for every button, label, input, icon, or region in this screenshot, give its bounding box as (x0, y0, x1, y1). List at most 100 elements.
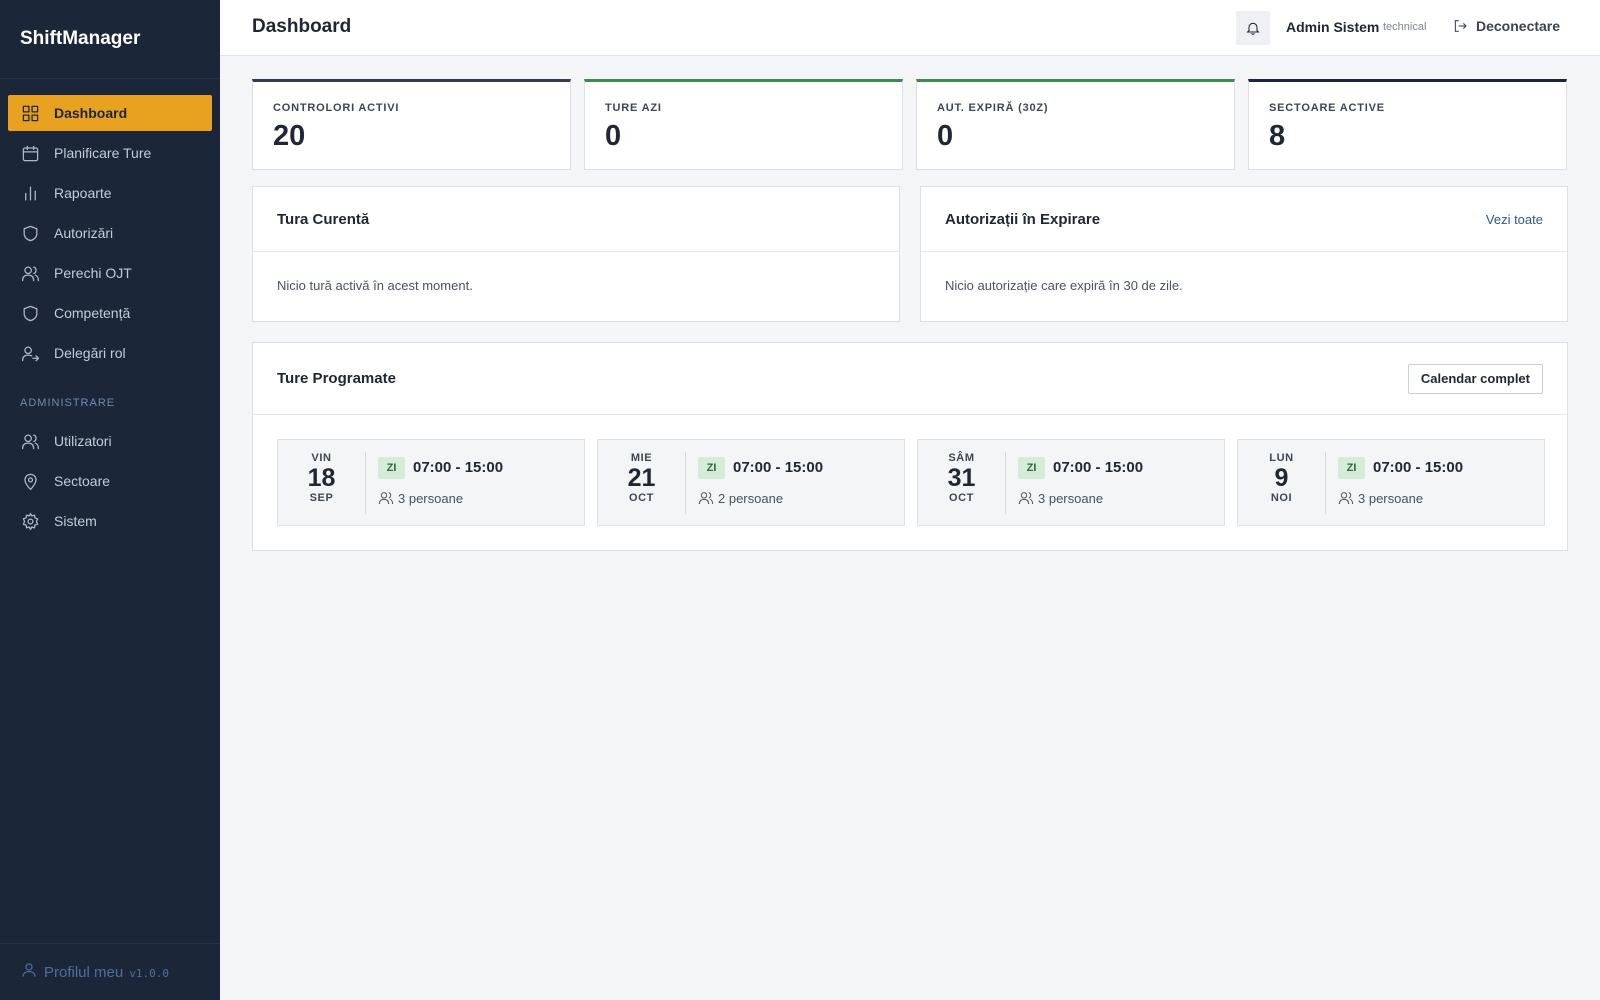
sidebar-item-rapoarte[interactable]: Rapoarte (8, 175, 212, 211)
panel-title: Tura Curentă (277, 210, 370, 228)
app-logo[interactable]: ShiftManager (0, 0, 220, 79)
sidebar-item-label: Autorizări (54, 225, 114, 241)
sidebar-item-competenta[interactable]: Competență (8, 295, 212, 331)
logout-icon (1454, 20, 1467, 32)
stat-label: AUT. EXPIRĂ (30Z) (937, 102, 1049, 114)
user-role: technical (1383, 21, 1427, 33)
stat-card-shifts-today: TURE AZI 0 (584, 79, 903, 170)
users-icon (20, 431, 40, 451)
shift-type-badge: ZI (1018, 457, 1045, 479)
sidebar-item-label: Sistem (54, 513, 97, 529)
gear-icon (20, 511, 40, 531)
shift-people: 3 persoane (378, 490, 463, 506)
shift-type-badge: ZI (1338, 457, 1365, 479)
calendar-icon (20, 143, 40, 163)
view-all-link[interactable]: Vezi toate (1486, 212, 1543, 227)
stat-value: 0 (937, 120, 954, 152)
page-title: Dashboard (252, 16, 352, 37)
logout-label: Deconectare (1476, 18, 1561, 34)
bar-chart-icon (20, 183, 40, 203)
shift-month: OCT (628, 492, 655, 504)
stat-value: 0 (605, 120, 622, 152)
empty-state-text: Nicio autorizație care expiră în 30 de z… (945, 278, 1183, 293)
sidebar-nav: Dashboard Planificare Ture Rapoarte Auto… (0, 79, 220, 539)
user-name: Admin Sistem (1286, 19, 1380, 35)
shield-icon (20, 223, 40, 243)
shift-date: LUN 9 NOI (1238, 452, 1326, 514)
empty-state-text: Nicio tură activă în acest moment. (277, 278, 473, 293)
panel-title: Ture Programate (277, 370, 396, 387)
sidebar-item-label: Sectoare (54, 473, 111, 489)
expiring-authorizations-panel: Autorizații în Expirare Vezi toate Nicio… (920, 186, 1568, 322)
sidebar-item-perechi-ojt[interactable]: Perechi OJT (8, 255, 212, 291)
sidebar-item-sectoare[interactable]: Sectoare (8, 463, 212, 499)
sidebar-item-label: Utilizatori (54, 433, 112, 449)
stat-card-expiring: AUT. EXPIRĂ (30Z) 0 (916, 79, 1235, 170)
shift-type-badge: ZI (698, 457, 725, 479)
shift-day: 9 (1274, 464, 1289, 492)
grid-icon (20, 103, 40, 123)
shift-day-of-week: VIN (311, 452, 332, 464)
current-shift-panel: Tura Curentă Nicio tură activă în acest … (252, 186, 900, 322)
sidebar-item-label: Perechi OJT (54, 265, 132, 281)
panel-header: Autorizații în Expirare Vezi toate (921, 187, 1567, 252)
shift-card[interactable]: VIN 18 SEP ZI 07:00 - 15:00 3 persoane (277, 439, 585, 526)
stat-value: 8 (1269, 120, 1286, 152)
shift-people-count: 3 persoane (398, 490, 464, 506)
scheduled-shifts-panel: Ture Programate Calendar complet VIN 18 … (252, 342, 1568, 551)
stat-card-controllers: CONTROLORI ACTIVI 20 (252, 79, 571, 170)
panel-header: Ture Programate Calendar complet (253, 343, 1567, 415)
stat-label: TURE AZI (605, 102, 662, 114)
sidebar-item-label: Competență (54, 305, 131, 321)
shift-card[interactable]: MIE 21 OCT ZI 07:00 - 15:00 2 persoane (597, 439, 905, 526)
sidebar-item-dashboard[interactable]: Dashboard (8, 95, 212, 131)
sidebar-item-autorizari[interactable]: Autorizări (8, 215, 212, 251)
users-icon (378, 492, 394, 505)
sidebar-item-label: Rapoarte (54, 185, 112, 201)
user-arrow-icon (20, 343, 40, 363)
shift-date: VIN 18 SEP (278, 452, 366, 514)
shift-time: 07:00 - 15:00 (1053, 459, 1144, 476)
shift-card[interactable]: LUN 9 NOI ZI 07:00 - 15:00 3 persoane (1237, 439, 1545, 526)
shift-month: SEP (309, 492, 334, 504)
sidebar-item-planificare-ture[interactable]: Planificare Ture (8, 135, 212, 171)
sidebar-item-label: Dashboard (54, 105, 128, 121)
sidebar-section-label: ADMINISTRARE (20, 397, 116, 409)
shift-month: OCT (948, 492, 975, 504)
shift-card[interactable]: SÂM 31 OCT ZI 07:00 - 15:00 3 persoane (917, 439, 1225, 526)
stat-card-sectors: SECTOARE ACTIVE 8 (1248, 79, 1567, 170)
shift-day: 18 (307, 464, 336, 492)
stat-value: 20 (273, 120, 306, 152)
shift-people-count: 3 persoane (1358, 490, 1424, 506)
sidebar-footer: Profilul meu v1.0.0 (0, 943, 220, 1000)
shift-type-badge: ZI (378, 457, 405, 479)
shift-date: MIE 21 OCT (598, 452, 686, 514)
sidebar-item-utilizatori[interactable]: Utilizatori (8, 423, 212, 459)
top-header: Dashboard Admin Sistem technical Deconec… (220, 0, 1600, 56)
shift-day: 31 (947, 464, 976, 492)
stat-label: CONTROLORI ACTIVI (273, 102, 400, 114)
full-calendar-button[interactable]: Calendar complet (1407, 363, 1543, 394)
shift-date: SÂM 31 OCT (918, 452, 1006, 514)
sidebar-item-label: Delegări rol (54, 345, 126, 361)
map-pin-icon (20, 471, 40, 491)
shift-time: 07:00 - 15:00 (413, 459, 504, 476)
notifications-button[interactable] (1236, 11, 1270, 45)
profile-link[interactable]: Profilul meu (44, 964, 123, 981)
panel-header: Tura Curentă (253, 187, 899, 252)
users-icon (1338, 492, 1354, 505)
shift-people: 3 persoane (1338, 490, 1423, 506)
shift-day-of-week: LUN (1269, 452, 1294, 464)
sidebar-item-delegari-rol[interactable]: Delegări rol (8, 335, 212, 371)
users-icon (1018, 492, 1034, 505)
shift-people: 3 persoane (1018, 490, 1103, 506)
users-icon (698, 492, 714, 505)
sidebar-item-sistem[interactable]: Sistem (8, 503, 212, 539)
shield-icon (20, 303, 40, 323)
user-icon (20, 961, 38, 984)
bell-icon (1246, 22, 1260, 35)
logout-button[interactable]: Deconectare (1452, 18, 1560, 34)
stat-label: SECTOARE ACTIVE (1269, 102, 1385, 114)
shift-day-of-week: SÂM (948, 452, 975, 464)
shift-month: NOI (1270, 492, 1293, 504)
